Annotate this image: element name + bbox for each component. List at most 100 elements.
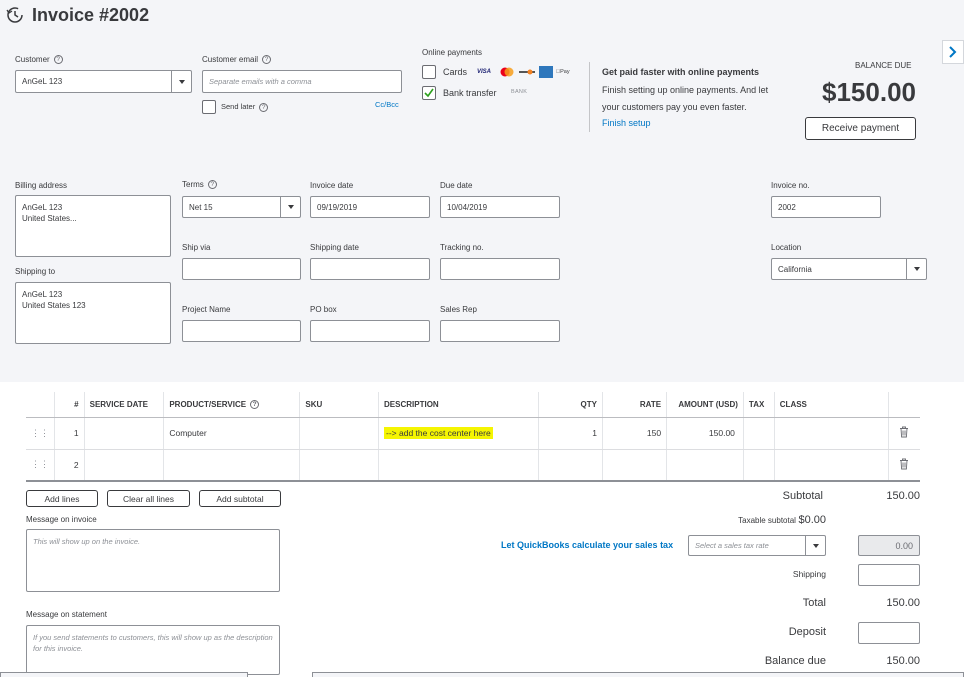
trash-icon[interactable] [899, 458, 909, 470]
customer-label-text: Customer [15, 55, 50, 64]
help-icon[interactable]: ? [262, 55, 272, 65]
send-later-text: Send later [221, 102, 256, 111]
po-box-input[interactable] [310, 320, 430, 342]
table-row[interactable]: ⋮⋮ 2 [26, 449, 920, 482]
column-header: TAX [742, 392, 775, 418]
column-header: # [54, 392, 85, 418]
tax-cell[interactable] [742, 417, 775, 450]
shipping-to-field[interactable]: AnGeL 123 United States 123 [15, 282, 171, 344]
amount-cell[interactable]: 150.00 [666, 417, 744, 450]
drag-column-header [26, 392, 55, 418]
rate-cell[interactable]: 150 [601, 417, 667, 450]
description-cell[interactable]: --> add the cost center here [378, 417, 539, 450]
shipping-amount-input[interactable] [858, 564, 920, 586]
footer-bar-right [312, 672, 964, 677]
sku-cell[interactable] [299, 417, 379, 450]
cc-bcc-link[interactable]: Cc/Bcc [375, 100, 399, 109]
customer-value: AnGeL 123 [22, 77, 63, 86]
finish-setup-link[interactable]: Finish setup [602, 118, 651, 128]
column-header-text: PRODUCT/SERVICE [169, 399, 247, 409]
due-date-label: Due date [440, 181, 473, 190]
line-number: 2 [54, 449, 85, 482]
tracking-no-input[interactable] [440, 258, 560, 280]
send-later-checkbox[interactable] [202, 100, 216, 114]
message-on-statement-field[interactable]: If you send statements to customers, thi… [26, 625, 280, 675]
billing-address-field[interactable]: AnGeL 123 United States... [15, 195, 171, 257]
dropdown-arrow-icon[interactable] [171, 71, 191, 92]
amount-cell[interactable] [666, 449, 744, 482]
tax-cell[interactable] [742, 449, 775, 482]
message-on-invoice-field[interactable]: This will show up on the invoice. [26, 529, 280, 592]
invoice-no-input[interactable]: 2002 [771, 196, 881, 218]
rate-cell[interactable] [601, 449, 667, 482]
location-select[interactable]: California [771, 258, 927, 280]
customer-select[interactable]: AnGeL 123 [15, 70, 192, 93]
service-date-cell[interactable] [83, 449, 164, 482]
dropdown-arrow-icon[interactable] [280, 197, 300, 217]
deposit-input[interactable] [858, 622, 920, 644]
message-on-statement-placeholder: If you send statements to customers, thi… [33, 633, 273, 653]
tracking-no-label: Tracking no. [440, 243, 484, 252]
trash-icon[interactable] [899, 426, 909, 438]
cards-label: Cards [443, 67, 468, 77]
delete-row-cell [887, 449, 920, 482]
column-header: DESCRIPTION [378, 392, 539, 418]
column-header: SKU [299, 392, 379, 418]
help-icon[interactable]: ? [259, 102, 269, 112]
delete-column-header [887, 392, 920, 418]
add-subtotal-button[interactable]: Add subtotal [199, 490, 281, 507]
qty-cell[interactable]: 1 [537, 417, 603, 450]
class-cell[interactable] [773, 417, 889, 450]
sku-cell[interactable] [299, 449, 379, 482]
class-cell[interactable] [773, 449, 889, 482]
bank-transfer-checkbox[interactable] [422, 86, 436, 100]
help-icon[interactable]: ? [250, 399, 260, 409]
help-icon[interactable]: ? [207, 180, 217, 190]
cards-checkbox[interactable] [422, 65, 436, 79]
column-header: AMOUNT (USD) [666, 392, 744, 418]
column-header: PRODUCT/SERVICE? [163, 392, 300, 418]
sales-tax-rate-select[interactable]: Select a sales tax rate [688, 535, 826, 556]
project-name-input[interactable] [182, 320, 301, 342]
bank-badge: BANK [511, 89, 528, 95]
invoice-date-input[interactable]: 09/19/2019 [310, 196, 430, 218]
total-label: Total [802, 597, 826, 609]
calculate-sales-tax-link[interactable]: Let QuickBooks calculate your sales tax [501, 540, 673, 550]
discover-icon [518, 66, 536, 78]
balance-due-amount: $150.00 [822, 77, 916, 107]
sales-rep-input[interactable] [440, 320, 560, 342]
terms-value: Net 15 [189, 202, 213, 212]
add-lines-button[interactable]: Add lines [26, 490, 98, 507]
qty-cell[interactable] [537, 449, 603, 482]
product-cell[interactable] [163, 449, 300, 482]
receive-payment-button[interactable]: Receive payment [805, 117, 916, 140]
clear-all-lines-button[interactable]: Clear all lines [107, 490, 190, 507]
table-row[interactable]: ⋮⋮ 1 Computer --> add the cost center he… [26, 417, 920, 450]
history-icon[interactable] [6, 6, 24, 24]
drag-handle-icon[interactable]: ⋮⋮ [26, 417, 55, 450]
column-header: SERVICE DATE [83, 392, 164, 418]
expand-panel-button[interactable] [942, 40, 964, 64]
shipping-date-input[interactable] [310, 258, 430, 280]
terms-label-text: Terms [182, 180, 204, 189]
product-cell[interactable]: Computer [163, 417, 300, 450]
dropdown-arrow-icon[interactable] [805, 536, 825, 555]
ship-via-input[interactable] [182, 258, 301, 280]
footer-bar-left [0, 672, 248, 677]
drag-handle-icon[interactable]: ⋮⋮ [26, 449, 55, 482]
line-items-table: # SERVICE DATE PRODUCT/SERVICE? SKU DESC… [26, 392, 920, 482]
terms-select[interactable]: Net 15 [182, 196, 301, 218]
customer-email-input[interactable]: Separate emails with a comma [202, 70, 402, 93]
line-number: 1 [54, 417, 85, 450]
column-header: QTY [537, 392, 603, 418]
description-cell[interactable] [378, 449, 539, 482]
apple-pay-icon: Pay [556, 69, 570, 75]
chevron-right-icon [949, 46, 957, 58]
dropdown-arrow-icon[interactable] [906, 259, 926, 279]
help-icon[interactable]: ? [53, 55, 63, 65]
shipping-date-label: Shipping date [310, 243, 359, 252]
billing-address-label: Billing address [15, 181, 68, 190]
taxable-subtotal: Taxable subtotal $0.00 [700, 514, 826, 526]
service-date-cell[interactable] [83, 417, 164, 450]
due-date-input[interactable]: 10/04/2019 [440, 196, 560, 218]
